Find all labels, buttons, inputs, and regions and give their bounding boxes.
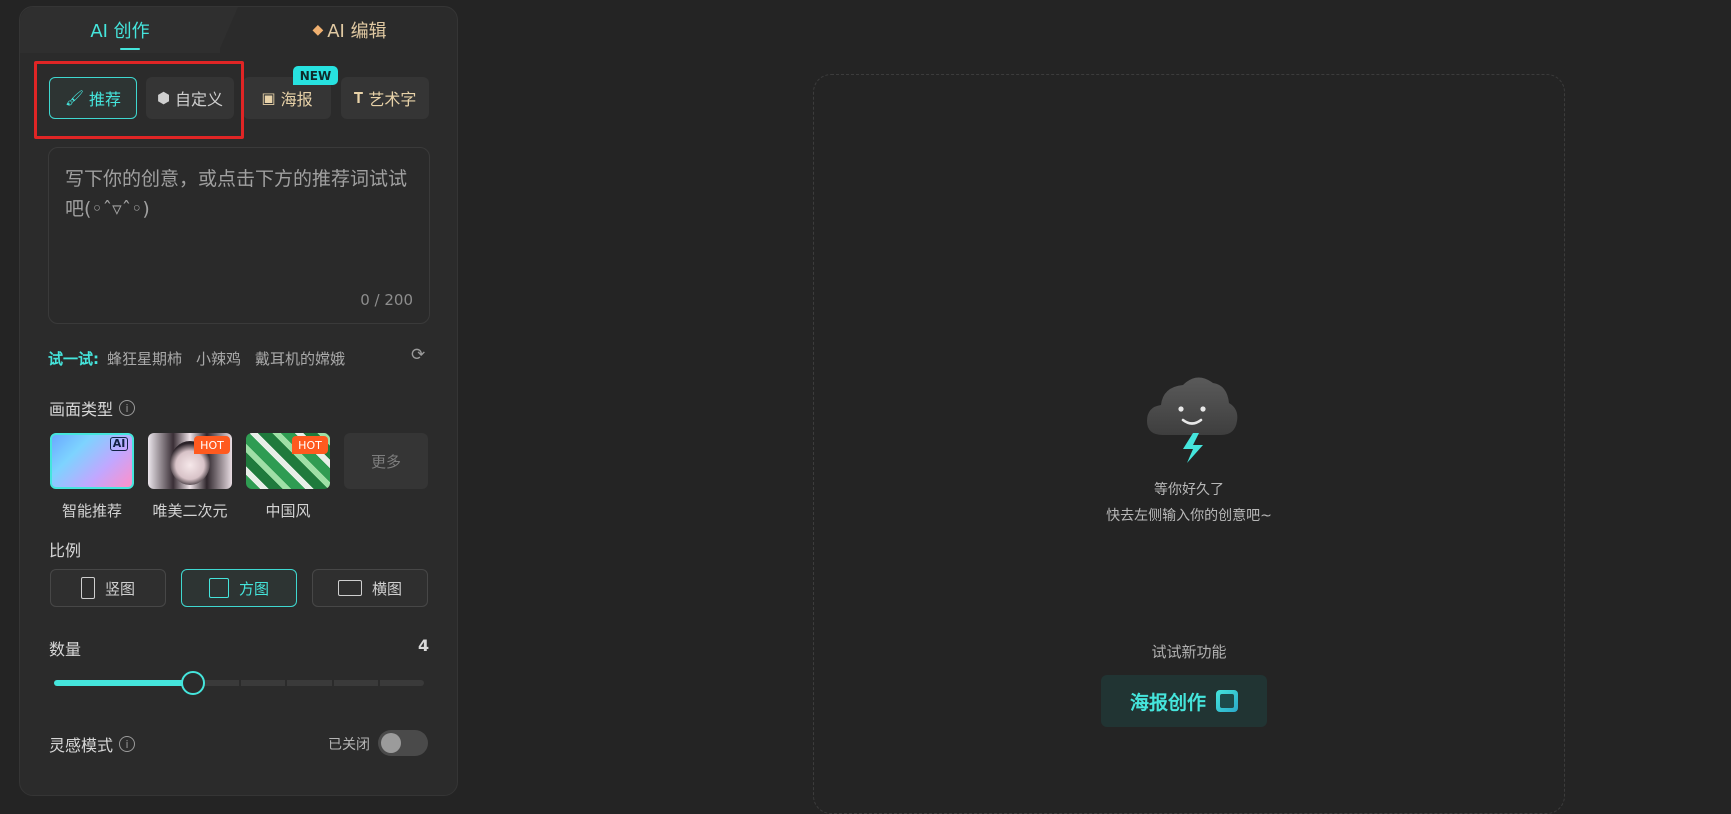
ratio-square-button[interactable]: 方图: [181, 569, 297, 607]
poster-create-button[interactable]: 海报创作: [1101, 675, 1267, 727]
suggestion-item[interactable]: 蜂狂星期柿: [107, 348, 182, 369]
inspiration-section-label: 灵感模式 i: [49, 732, 136, 756]
highlight-box: [34, 61, 244, 139]
refresh-icon[interactable]: ⟳: [411, 345, 425, 365]
style-more-button[interactable]: 更多: [344, 433, 428, 489]
picture-icon: [1216, 690, 1238, 712]
slider-segment-divider: [285, 680, 288, 686]
toggle-knob: [381, 733, 401, 753]
hot-badge: HOT: [194, 436, 230, 454]
tab-ai-create[interactable]: AI 创作: [20, 7, 220, 53]
ai-badge: AI: [110, 437, 128, 451]
suggestion-row: 试一试: 蜂狂星期柿 小辣鸡 戴耳机的嫦娥: [48, 348, 359, 369]
count-slider[interactable]: [54, 671, 424, 695]
ratio-portrait-label: 竖图: [104, 579, 135, 598]
hot-badge: HOT: [292, 436, 328, 454]
ratio-section-label: 比例: [49, 541, 82, 560]
suggestion-label: 试一试:: [48, 350, 99, 368]
ratio-portrait-button[interactable]: 竖图: [50, 569, 166, 607]
square-icon: [208, 578, 229, 598]
char-count: 0 / 200: [360, 291, 413, 309]
style-card-smart[interactable]: AI: [50, 433, 134, 489]
mode-art-text-button[interactable]: 𝐓 艺术字: [341, 77, 429, 119]
empty-subtitle: 快去左侧输入你的创意吧~: [1106, 508, 1272, 524]
slider-segment-divider: [239, 680, 241, 686]
slider-segment-divider: [377, 680, 380, 686]
image-icon: ▣: [261, 89, 276, 107]
style-section-title: 画面类型: [49, 400, 114, 419]
style-caption: 中国风: [265, 502, 311, 520]
info-icon[interactable]: i: [119, 400, 136, 416]
tab-ai-edit-label: AI 编辑: [327, 21, 387, 42]
prompt-box: 0 / 200: [48, 147, 430, 324]
mode-poster-label: 海报: [280, 90, 313, 109]
slider-fill: [54, 680, 193, 686]
empty-state: 等你好久了 快去左侧输入你的创意吧~ 试试新功能 海报创作: [814, 75, 1564, 813]
poster-create-label: 海报创作: [1129, 691, 1206, 714]
style-caption: 智能推荐: [61, 502, 122, 520]
new-badge: NEW: [293, 66, 338, 85]
inspiration-title: 灵感模式: [49, 736, 114, 755]
top-tabs: AI 创作 ◆ AI 编辑: [20, 7, 457, 53]
tab-slant: [218, 7, 238, 53]
empty-title: 等你好久了: [1154, 482, 1224, 498]
mode-art-text-label: 艺术字: [368, 90, 417, 109]
style-caption: 唯美二次元: [152, 502, 228, 520]
suggestion-item[interactable]: 戴耳机的嫦娥: [255, 348, 345, 369]
suggestion-item[interactable]: 小辣鸡: [196, 348, 241, 369]
count-section-label: 数量: [49, 640, 82, 659]
left-panel: AI 创作 ◆ AI 编辑 🖌 推荐 ⬢ 自定义 ▣ 海报 NEW 𝐓 艺术字 …: [19, 6, 458, 796]
portrait-icon: [80, 577, 95, 599]
tab-ai-edit[interactable]: ◆ AI 编辑: [240, 7, 459, 53]
slider-segment-divider: [331, 680, 334, 686]
style-card-chinese[interactable]: HOT: [246, 433, 330, 489]
try-new-label: 试试新功能: [1151, 643, 1227, 661]
inspiration-status: 已关闭: [328, 737, 370, 753]
style-card-anime[interactable]: HOT: [148, 433, 232, 489]
landscape-icon: [337, 580, 362, 596]
cloud-bolt-icon: [1147, 377, 1238, 463]
canvas-area: 等你好久了 快去左侧输入你的创意吧~ 试试新功能 海报创作: [813, 74, 1565, 814]
inspiration-toggle[interactable]: [378, 730, 428, 756]
prompt-input[interactable]: [63, 162, 413, 282]
tab-ai-create-label: AI 创作: [90, 21, 150, 42]
info-icon[interactable]: i: [119, 736, 136, 752]
text-style-icon: 𝐓: [353, 89, 364, 107]
slider-thumb[interactable]: [180, 671, 205, 695]
ratio-landscape-button[interactable]: 横图: [312, 569, 428, 607]
ratio-square-label: 方图: [238, 579, 269, 598]
ratio-landscape-label: 横图: [371, 579, 402, 598]
count-value: 4: [418, 636, 430, 655]
style-section-label: 画面类型 i: [49, 396, 136, 420]
tab-active-underline: [120, 48, 140, 50]
diamond-icon: ◆: [312, 22, 324, 38]
